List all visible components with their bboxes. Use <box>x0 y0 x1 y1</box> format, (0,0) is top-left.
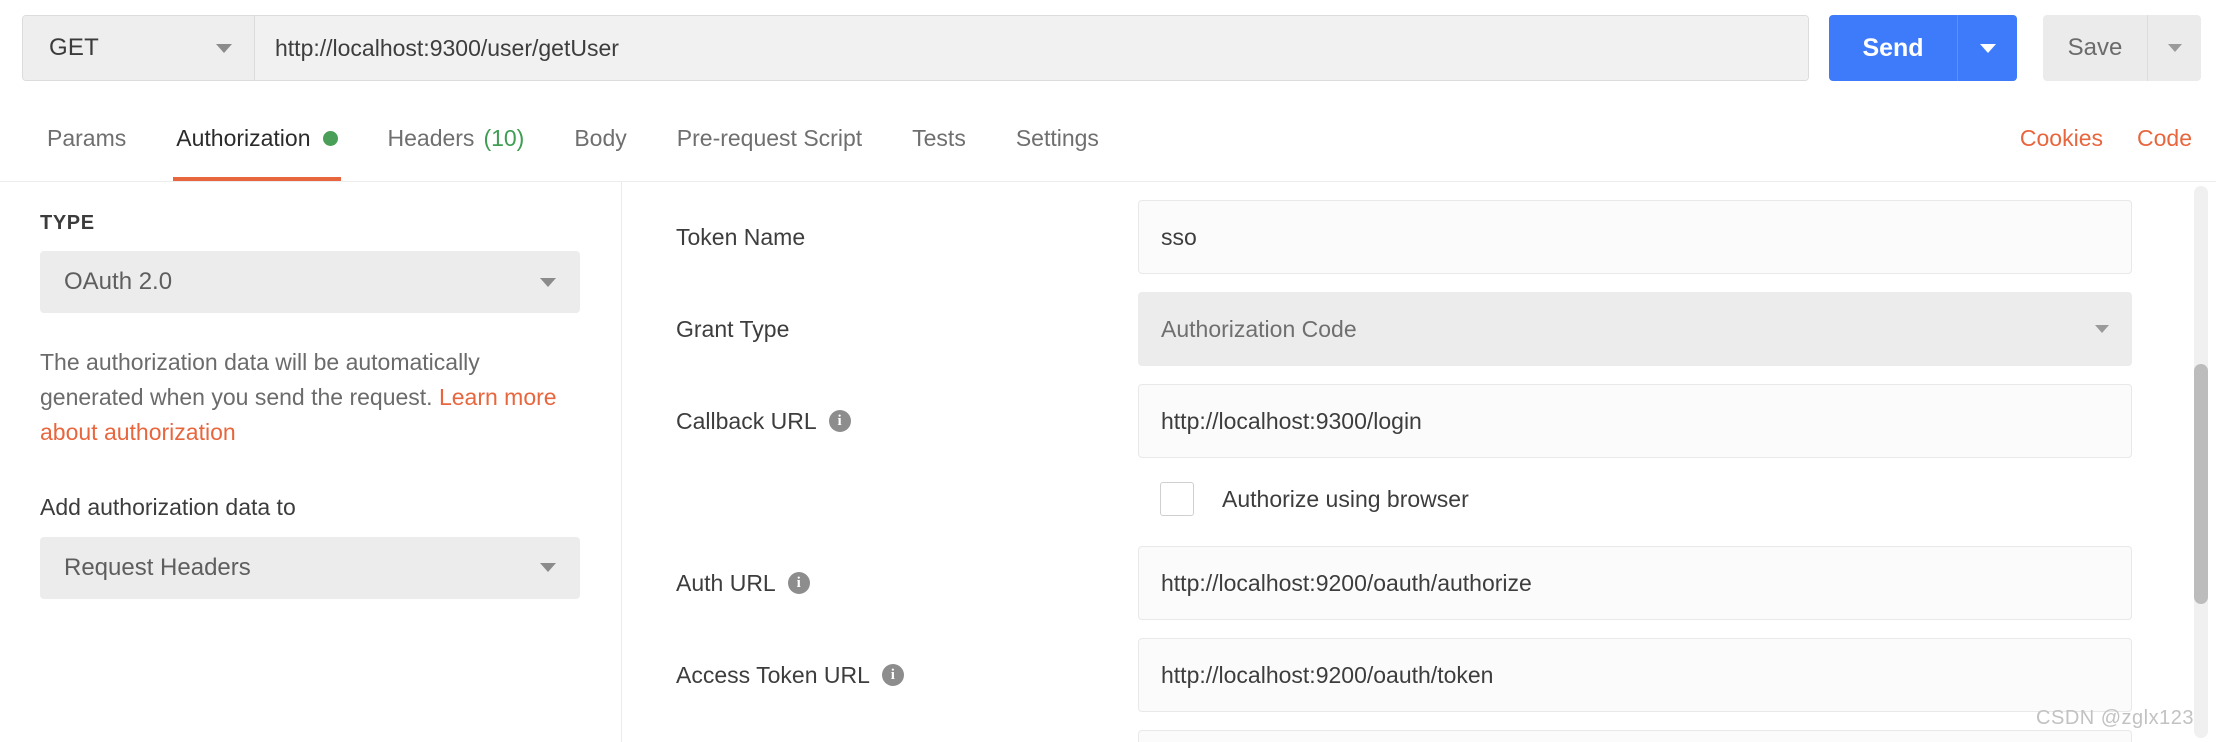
token-name-input[interactable]: sso <box>1138 200 2132 274</box>
tab-authorization[interactable]: Authorization <box>151 96 362 181</box>
tab-pre-request-script[interactable]: Pre-request Script <box>652 96 887 181</box>
label-text: Grant Type <box>676 315 790 342</box>
tab-label: Headers <box>387 125 475 151</box>
auth-url-input[interactable]: http://localhost:9200/oauth/authorize <box>1138 546 2132 620</box>
authorize-using-browser-checkbox[interactable] <box>1160 482 1194 516</box>
http-method-label: GET <box>49 34 99 61</box>
tab-label: Body <box>574 125 627 151</box>
method-url-group: GET http://localhost:9300/user/getUser <box>22 15 1809 81</box>
tab-label: Authorization <box>176 125 311 151</box>
oauth2-form: Token Name sso Grant Type Authorization … <box>622 182 2216 742</box>
send-options-button[interactable] <box>1957 15 2017 81</box>
field-row-token-name: Token Name sso <box>622 200 2216 274</box>
auth-helper-sentence: The authorization data will be automatic… <box>40 349 480 410</box>
add-auth-data-label: Add authorization data to <box>40 493 296 520</box>
token-name-label: Token Name <box>622 224 1138 251</box>
tab-params[interactable]: Params <box>22 96 151 181</box>
tabs-right-links: Cookies Code <box>2020 96 2216 181</box>
callback-url-label: Callback URL i <box>622 408 1138 435</box>
postman-request-window: GET http://localhost:9300/user/getUser S… <box>0 0 2216 742</box>
cookies-link[interactable]: Cookies <box>2020 125 2103 152</box>
tab-headers[interactable]: Headers (10) <box>363 96 550 181</box>
send-button[interactable]: Send <box>1829 15 1957 81</box>
request-url-input[interactable]: http://localhost:9300/user/getUser <box>255 16 1808 80</box>
info-icon[interactable]: i <box>828 410 851 432</box>
request-url-value: http://localhost:9300/user/getUser <box>275 34 619 61</box>
token-name-value: sso <box>1161 223 1197 250</box>
auth-type-pane: TYPE OAuth 2.0 The authorization data wi… <box>0 182 622 742</box>
callback-url-input[interactable]: http://localhost:9300/login <box>1138 384 2132 458</box>
vertical-scrollbar-track[interactable] <box>2194 186 2208 738</box>
info-icon[interactable]: i <box>787 572 810 594</box>
client-id-input[interactable]: admin <box>1138 730 2132 742</box>
grant-type-select[interactable]: Authorization Code <box>1138 292 2132 366</box>
add-auth-data-select[interactable]: Request Headers <box>40 536 580 599</box>
chevron-down-icon <box>2167 44 2182 52</box>
field-row-authorize-browser: Authorize using browser <box>622 476 2216 522</box>
tab-tests[interactable]: Tests <box>887 96 991 181</box>
authorization-panel: TYPE OAuth 2.0 The authorization data wi… <box>0 182 2216 742</box>
field-row-access-token-url: Access Token URL i http://localhost:9200… <box>622 638 2216 712</box>
field-row-callback-url: Callback URL i http://localhost:9300/log… <box>622 384 2216 458</box>
auth-type-select[interactable]: OAuth 2.0 <box>40 251 580 313</box>
vertical-scrollbar-thumb[interactable] <box>2194 364 2208 604</box>
save-options-button[interactable] <box>2147 15 2201 81</box>
label-text: Access Token URL <box>676 661 870 688</box>
save-button[interactable]: Save <box>2043 15 2147 81</box>
tab-label: Params <box>47 125 127 151</box>
auth-type-heading: TYPE <box>40 212 95 234</box>
authorize-using-browser-label[interactable]: Authorize using browser <box>1222 486 1469 513</box>
tab-label: Settings <box>1015 125 1099 151</box>
access-token-url-value: http://localhost:9200/oauth/token <box>1161 661 1494 688</box>
access-token-url-input[interactable]: http://localhost:9200/oauth/token <box>1138 638 2132 712</box>
request-tabs-bar: Params Authorization Headers (10) Body P… <box>0 96 2216 182</box>
request-tabs: Params Authorization Headers (10) Body P… <box>0 96 1124 181</box>
label-text: Token Name <box>676 223 806 250</box>
auth-url-label: Auth URL i <box>622 570 1138 597</box>
grant-type-label: Grant Type <box>622 316 1138 343</box>
save-button-group: Save <box>2043 15 2201 81</box>
tab-count-badge: (10) <box>483 125 525 151</box>
request-bar: GET http://localhost:9300/user/getUser S… <box>0 0 2216 96</box>
tab-body[interactable]: Body <box>549 96 651 181</box>
chevron-down-icon <box>2095 325 2109 333</box>
field-row-client-id: Client ID i admin <box>622 730 2216 742</box>
chevron-down-icon <box>540 563 556 573</box>
auth-type-value: OAuth 2.0 <box>64 268 173 295</box>
callback-url-value: http://localhost:9300/login <box>1161 407 1422 434</box>
chevron-down-icon <box>540 277 556 287</box>
label-text: Auth URL <box>676 569 776 596</box>
http-method-select[interactable]: GET <box>23 16 255 80</box>
add-auth-data-value: Request Headers <box>64 553 251 581</box>
auth-helper-text: The authorization data will be automatic… <box>40 345 560 450</box>
label-text: Callback URL <box>676 407 817 434</box>
code-link[interactable]: Code <box>2137 125 2192 152</box>
access-token-url-label: Access Token URL i <box>622 662 1138 689</box>
tab-label: Pre-request Script <box>676 125 863 151</box>
status-dot-icon <box>322 131 338 146</box>
chevron-down-icon <box>1979 43 1996 53</box>
chevron-down-icon <box>216 43 232 53</box>
auth-url-value: http://localhost:9200/oauth/authorize <box>1161 569 1532 596</box>
send-button-group: Send <box>1829 15 2017 81</box>
grant-type-value: Authorization Code <box>1161 315 1357 342</box>
tab-label: Tests <box>912 125 966 151</box>
info-icon[interactable]: i <box>881 664 904 686</box>
oauth2-config-pane: Token Name sso Grant Type Authorization … <box>622 182 2216 742</box>
field-row-grant-type: Grant Type Authorization Code <box>622 292 2216 366</box>
tab-settings[interactable]: Settings <box>991 96 1124 181</box>
field-row-auth-url: Auth URL i http://localhost:9200/oauth/a… <box>622 546 2216 620</box>
